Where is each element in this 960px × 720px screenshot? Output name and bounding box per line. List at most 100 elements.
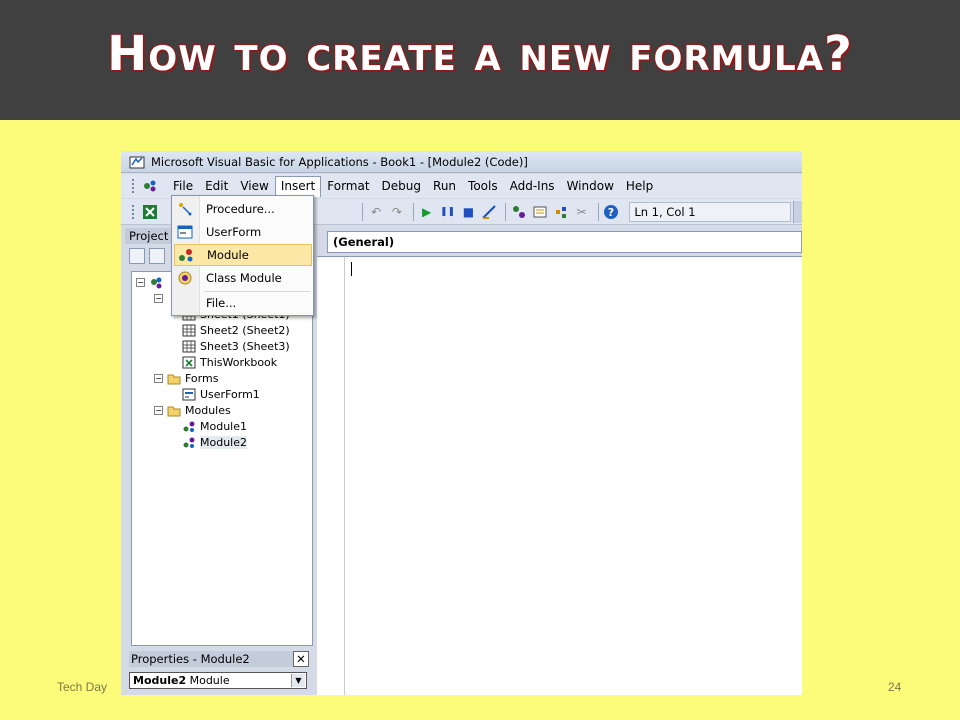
properties-panel: Properties - Module2 ✕ Module2 Module ▼ [121, 648, 313, 695]
properties-object-select[interactable]: Module2 Module ▼ [129, 672, 307, 689]
menu-item-procedure[interactable]: Procedure... [174, 198, 312, 220]
menu-format[interactable]: Format [321, 176, 375, 196]
folder-icon [167, 406, 181, 416]
procedure-icon [179, 203, 192, 216]
pause-icon[interactable]: ❚❚ [439, 202, 457, 222]
toolbar-separator [362, 202, 364, 221]
help-icon[interactable]: ? [602, 202, 620, 222]
menubar-grip[interactable] [131, 178, 135, 194]
workbook-icon [182, 356, 196, 368]
vbaproject-icon [151, 277, 162, 288]
tree-item-sheet3[interactable]: Sheet3 (Sheet3) [182, 338, 290, 354]
properties-object-type: Module [189, 674, 230, 687]
menu-add-ins[interactable]: Add-Ins [504, 176, 561, 196]
menu-run[interactable]: Run [427, 176, 462, 196]
tree-label: Module2 [200, 435, 247, 449]
tree-item-sheet2[interactable]: Sheet2 (Sheet2) [182, 322, 290, 338]
userform-icon [177, 225, 193, 239]
module-icon [179, 249, 193, 262]
code-margin [317, 257, 345, 695]
stop-icon[interactable]: ■ [459, 202, 477, 222]
folder-icon [167, 374, 181, 384]
menu-item-userform[interactable]: UserForm [174, 221, 312, 243]
menu-file[interactable]: File [167, 176, 199, 196]
insert-menu-dropdown: Procedure... UserForm Module Class Modul… [171, 195, 314, 316]
toolbar-separator [412, 202, 414, 221]
project-panel-tools [129, 248, 165, 268]
tree-label: Sheet2 (Sheet2) [200, 323, 290, 337]
svg-text:?: ? [608, 206, 614, 219]
tree-expander[interactable]: − [154, 293, 163, 303]
tree-objects-node[interactable]: − [154, 290, 167, 306]
undo-icon[interactable]: ↶ [367, 202, 385, 222]
tree-expander[interactable]: − [154, 405, 163, 415]
properties-object-name: Module2 [133, 674, 187, 687]
tree-item-modules[interactable]: − Modules [154, 402, 231, 418]
vba-app-icon [129, 156, 145, 168]
view-object-button[interactable] [149, 248, 165, 264]
tree-item-userform1[interactable]: UserForm1 [182, 386, 260, 402]
excel-icon[interactable] [141, 202, 159, 222]
tree-label: Module1 [200, 419, 247, 433]
object-browser-icon[interactable] [552, 202, 570, 222]
design-mode-icon[interactable] [480, 202, 498, 222]
menu-item-label: Procedure... [206, 202, 275, 216]
project-explorer-icon[interactable] [510, 202, 528, 222]
toolbar-separator [597, 202, 599, 221]
chevron-down-icon[interactable]: ▼ [291, 674, 305, 687]
sheet-icon [182, 340, 196, 352]
tree-label: Sheet3 (Sheet3) [200, 339, 290, 353]
properties-icon[interactable] [531, 202, 549, 222]
vba-menu-icon[interactable] [141, 178, 159, 194]
window-titlebar: Microsoft Visual Basic for Applications … [121, 151, 802, 173]
module-icon [183, 437, 195, 448]
tree-label: UserForm1 [200, 387, 260, 401]
properties-caption-text: Properties - Module2 [131, 652, 250, 666]
tree-label: Modules [185, 403, 231, 417]
tree-item-module2[interactable]: Module2 [182, 434, 247, 450]
object-combo[interactable]: (General) [327, 231, 802, 253]
module-icon [183, 421, 195, 432]
tree-label: ThisWorkbook [200, 355, 278, 369]
run-icon[interactable]: ▶ [418, 202, 436, 222]
menu-tools[interactable]: Tools [462, 176, 504, 196]
cursor-position-status: Ln 1, Col 1 [629, 201, 791, 222]
project-tree[interactable]: − − Sheet1 (Sheet1) Sheet2 (Sheet2) Shee… [131, 271, 313, 646]
tree-expander[interactable]: − [154, 373, 163, 383]
tree-root[interactable]: − [136, 274, 167, 290]
menu-item-file[interactable]: File... [174, 292, 312, 314]
class-module-icon [178, 271, 192, 285]
menu-item-module[interactable]: Module [174, 244, 312, 266]
menu-window[interactable]: Window [561, 176, 620, 196]
menu-item-label: File... [206, 296, 237, 310]
menu-help[interactable]: Help [620, 176, 659, 196]
menu-edit[interactable]: Edit [199, 176, 234, 196]
menu-item-blank-icon [177, 295, 193, 311]
toolbox-icon[interactable]: ✂ [573, 202, 591, 222]
menu-item-label: Module [207, 248, 249, 262]
slide-title: How to create a new formula? [107, 26, 853, 82]
userform-icon [182, 388, 196, 400]
text-caret [351, 262, 352, 276]
view-code-button[interactable] [129, 248, 145, 264]
slide-footer-left: Tech Day [57, 680, 108, 694]
close-icon[interactable]: ✕ [293, 651, 309, 667]
window-title: Microsoft Visual Basic for Applications … [151, 154, 528, 169]
tree-item-thisworkbook[interactable]: ThisWorkbook [182, 354, 277, 370]
toolbar-grip[interactable] [131, 203, 135, 220]
tree-item-module1[interactable]: Module1 [182, 418, 247, 434]
menu-debug[interactable]: Debug [376, 176, 427, 196]
menu-item-class-module[interactable]: Class Module [174, 267, 312, 289]
code-editor[interactable] [317, 256, 802, 695]
tree-item-forms[interactable]: − Forms [154, 370, 218, 386]
toolbar-options-dropdown[interactable] [792, 200, 802, 223]
tree-label: Forms [185, 371, 219, 385]
properties-caption: Properties - Module2 ✕ [129, 651, 309, 667]
menu-item-label: UserForm [206, 225, 262, 239]
menu-view[interactable]: View [234, 176, 274, 196]
redo-icon[interactable]: ↷ [388, 202, 406, 222]
menu-insert[interactable]: Insert [274, 175, 322, 197]
slide-header: How to create a new formula? [0, 0, 960, 120]
slide-page-number: 24 [888, 680, 902, 694]
tree-expander[interactable]: − [136, 277, 145, 287]
